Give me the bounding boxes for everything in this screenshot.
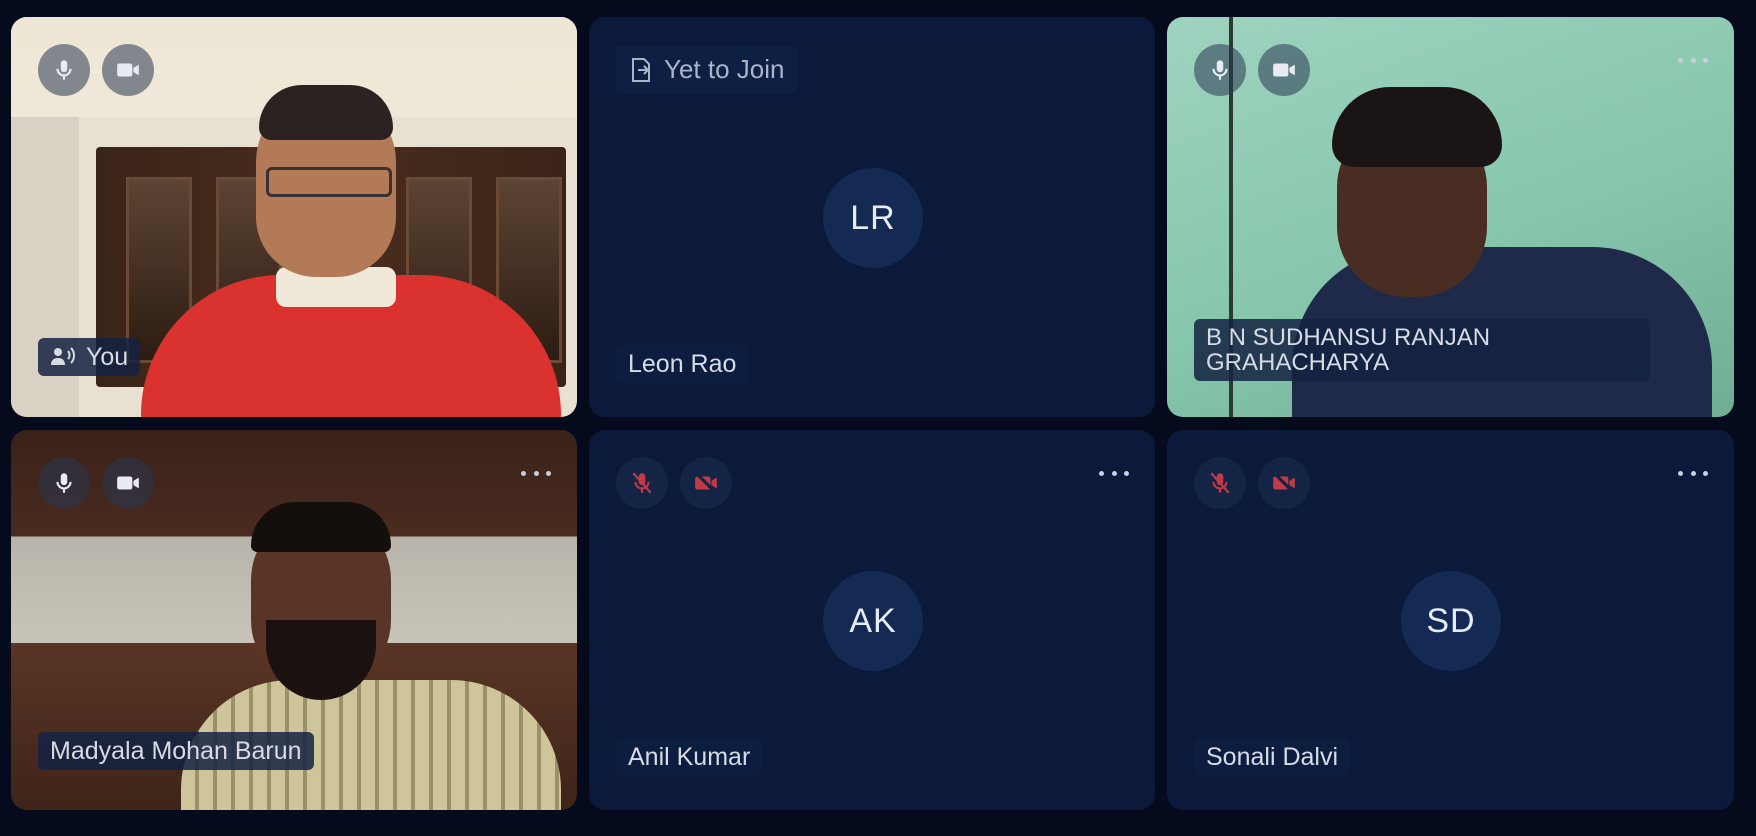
video-camera-icon[interactable] bbox=[1258, 44, 1310, 96]
avatar: SD bbox=[1401, 571, 1501, 671]
microphone-icon[interactable] bbox=[1194, 44, 1246, 96]
video-camera-icon[interactable] bbox=[102, 44, 154, 96]
microphone-icon[interactable] bbox=[38, 457, 90, 509]
more-options-icon[interactable] bbox=[521, 468, 551, 478]
participant-name: Anil Kumar bbox=[616, 738, 763, 777]
participant-name-label: You bbox=[38, 338, 141, 377]
join-status-text: Yet to Join bbox=[664, 54, 785, 84]
participant-name: B N SUDHANSU RANJAN GRAHACHARYA bbox=[1194, 319, 1650, 382]
microphone-off-icon[interactable] bbox=[616, 457, 668, 509]
participant-name: Madyala Mohan Barun bbox=[38, 732, 314, 771]
speaking-icon bbox=[51, 347, 75, 366]
more-options-icon[interactable] bbox=[1099, 468, 1129, 478]
join-status-badge: Yet to Join bbox=[616, 46, 799, 93]
participant-tile-leon-rao[interactable]: Yet to Join LR Leon Rao bbox=[589, 17, 1155, 417]
more-options-icon[interactable] bbox=[1678, 55, 1708, 65]
participant-tile-anil-kumar[interactable]: AK Anil Kumar bbox=[589, 430, 1155, 810]
participant-tile-sonali-dalvi[interactable]: SD Sonali Dalvi bbox=[1167, 430, 1734, 810]
participant-name: Sonali Dalvi bbox=[1194, 738, 1351, 777]
participant-tile-madyala[interactable]: Madyala Mohan Barun bbox=[11, 430, 577, 810]
avatar: AK bbox=[823, 571, 923, 671]
more-options-icon[interactable] bbox=[1678, 468, 1708, 478]
microphone-icon[interactable] bbox=[38, 44, 90, 96]
participant-name: Leon Rao bbox=[616, 345, 749, 384]
microphone-off-icon[interactable] bbox=[1194, 457, 1246, 509]
video-camera-off-icon[interactable] bbox=[1258, 457, 1310, 509]
avatar: LR bbox=[823, 168, 923, 268]
participant-name: You bbox=[86, 343, 129, 371]
video-camera-off-icon[interactable] bbox=[680, 457, 732, 509]
participant-tile-sudhansu[interactable]: B N SUDHANSU RANJAN GRAHACHARYA bbox=[1167, 17, 1734, 417]
exit-door-icon bbox=[632, 57, 650, 82]
video-camera-icon[interactable] bbox=[102, 457, 154, 509]
participant-tile-you[interactable]: You bbox=[11, 17, 577, 417]
